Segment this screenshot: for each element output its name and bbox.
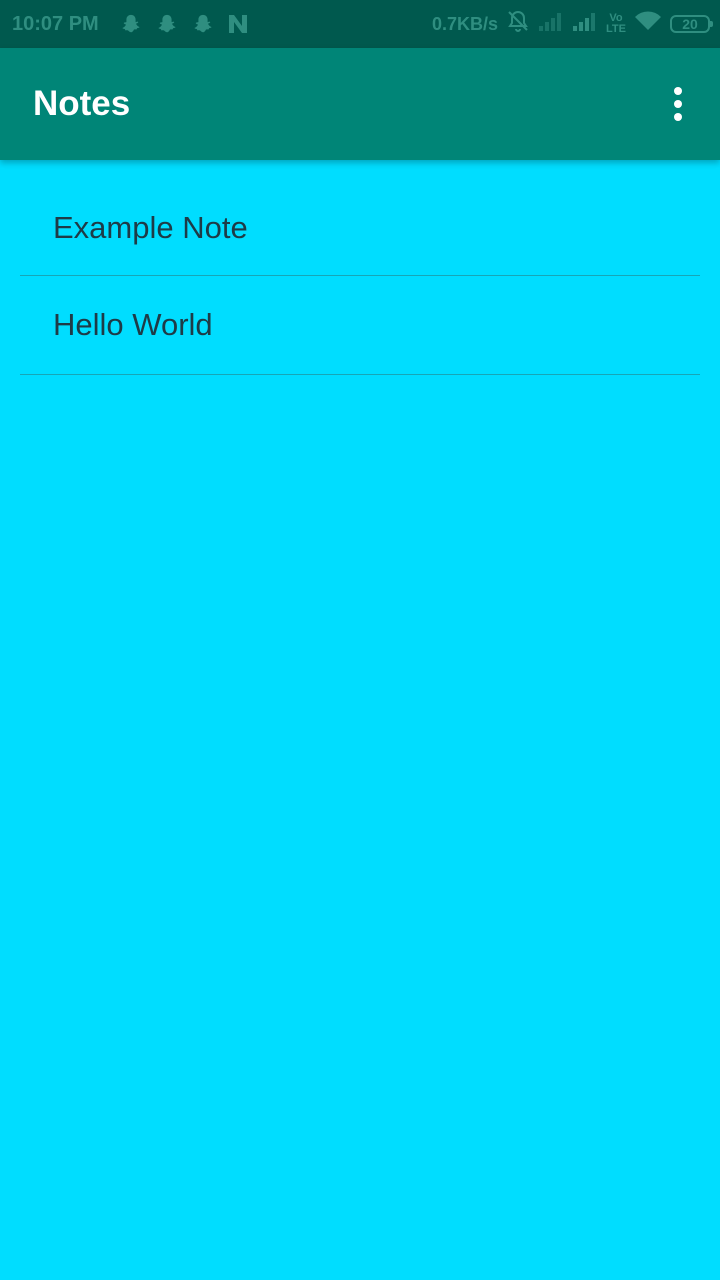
list-item[interactable]: Hello World <box>20 276 700 375</box>
app-bar: Notes <box>0 48 720 160</box>
wifi-icon <box>634 10 662 38</box>
status-time: 10:07 PM <box>12 12 99 35</box>
battery-level: 20 <box>682 16 698 32</box>
volte-bottom: LTE <box>606 23 626 35</box>
list-item[interactable]: Example Note <box>20 180 700 276</box>
notes-list: Example Note Hello World <box>20 180 700 375</box>
status-bar: 10:07 PM 0.7KB/s Vo LTE 20 <box>0 0 720 48</box>
note-title: Example Note <box>53 209 248 245</box>
snapchat-icon <box>149 0 185 48</box>
alarm-muted-icon <box>506 9 530 39</box>
snapchat-icon <box>113 0 149 48</box>
volte-indicator: Vo LTE <box>606 13 626 35</box>
battery-icon: 20 <box>670 15 713 33</box>
signal-icon <box>572 10 598 38</box>
overflow-menu-button[interactable] <box>658 84 698 124</box>
signal-empty-icon <box>538 10 564 38</box>
app-title: Notes <box>33 84 131 123</box>
status-bar-left: 10:07 PM <box>12 0 257 48</box>
snapchat-icon <box>185 0 221 48</box>
note-title: Hello World <box>53 307 213 342</box>
network-speed: 0.7KB/s <box>431 13 499 34</box>
status-bar-right: 0.7KB/s Vo LTE 20 <box>431 0 713 48</box>
n-icon <box>221 0 257 48</box>
more-vertical-icon <box>674 87 682 121</box>
